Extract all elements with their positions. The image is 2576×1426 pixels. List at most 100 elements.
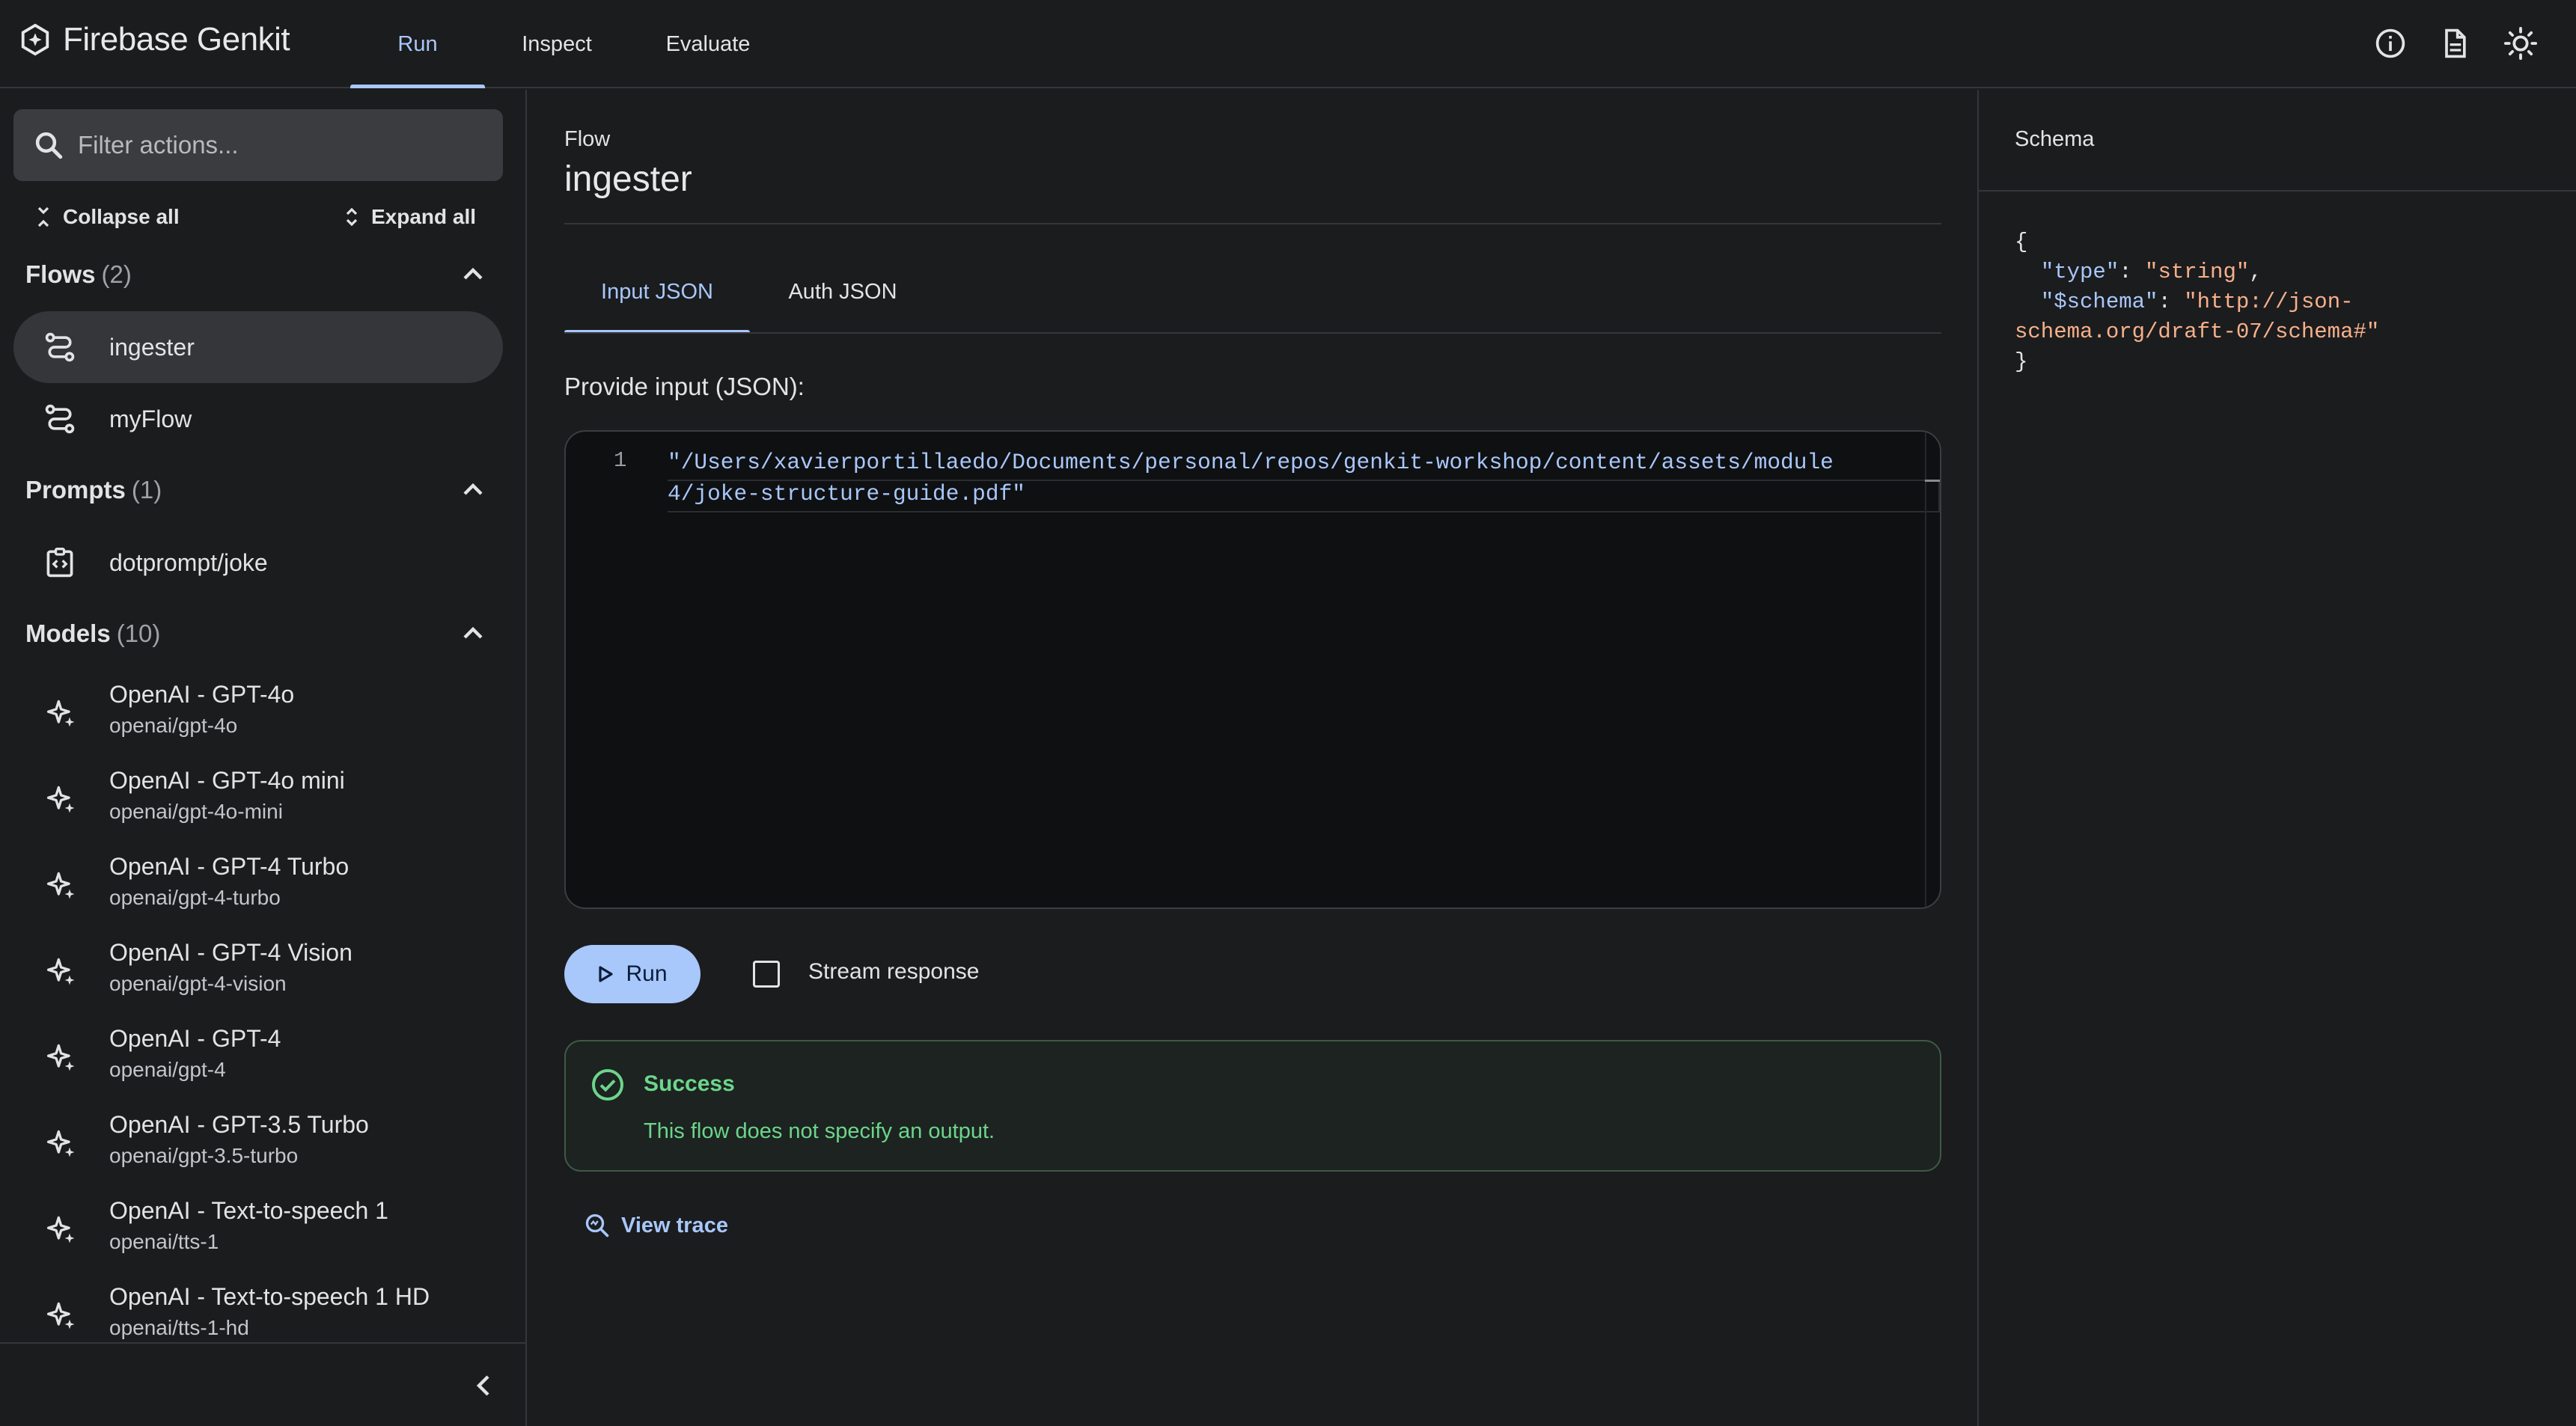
model-name: OpenAI - GPT-4 Vision xyxy=(109,939,352,966)
divider xyxy=(564,332,1941,334)
schema-code: { "type": "string", "$schema": "http://j… xyxy=(2015,230,2380,374)
model-id: openai/gpt-4 xyxy=(109,1058,226,1081)
expand-all-label: Expand all xyxy=(371,205,477,228)
section-flows-count: (2) xyxy=(101,260,132,288)
run-button-label: Run xyxy=(626,961,668,986)
sidebar-item-myflow[interactable]: myFlow xyxy=(13,383,503,455)
section-flows-label: Flows xyxy=(25,260,96,288)
model-name: OpenAI - Text-to-speech 1 HD xyxy=(109,1283,430,1310)
stream-response-label[interactable]: Stream response xyxy=(808,959,979,985)
model-id: openai/gpt-4-turbo xyxy=(109,886,281,909)
sparkle-icon xyxy=(43,782,79,818)
model-name: OpenAI - GPT-3.5 Turbo xyxy=(109,1111,369,1138)
editor-code[interactable]: "/Users/xavierportillaedo/Documents/pers… xyxy=(668,447,1850,509)
page-title: ingester xyxy=(564,159,692,199)
search-icon xyxy=(35,132,63,159)
section-models-count: (10) xyxy=(116,619,161,647)
sparkle-icon xyxy=(43,1212,79,1248)
scrollbar-marker xyxy=(1925,480,1940,482)
search-box[interactable] xyxy=(13,109,503,181)
chevron-up-icon[interactable] xyxy=(458,474,488,504)
divider xyxy=(1979,190,2576,192)
schema-key-type: "type" xyxy=(2040,260,2119,284)
section-models-header[interactable]: Models (10) xyxy=(25,615,160,652)
trace-search-icon xyxy=(585,1214,609,1237)
check-circle-icon xyxy=(592,1069,623,1101)
sidebar: Collapse all Expand all Flows (2) ingest… xyxy=(0,90,527,1426)
play-icon xyxy=(599,966,614,982)
model-id: openai/gpt-4-vision xyxy=(109,972,287,995)
sidebar-item-model[interactable]: OpenAI - GPT-4 openai/gpt-4 xyxy=(13,1018,503,1100)
model-id: openai/gpt-4o xyxy=(109,714,238,737)
schema-value-schema: "http://json- xyxy=(2184,290,2354,314)
line-number: 1 xyxy=(614,448,627,473)
info-icon[interactable] xyxy=(2369,22,2411,64)
section-models-label: Models xyxy=(25,619,111,647)
sidebar-item-dotprompt-joke[interactable]: dotprompt/joke xyxy=(13,527,503,599)
collapse-sidebar-icon[interactable] xyxy=(468,1371,498,1401)
sidebar-item-model[interactable]: OpenAI - Text-to-speech 1 openai/tts-1 xyxy=(13,1190,503,1272)
view-trace-label: View trace xyxy=(621,1213,728,1237)
schema-brace-open: { xyxy=(2015,230,2028,254)
prompt-icon xyxy=(43,546,76,579)
stream-response-checkbox[interactable] xyxy=(753,961,780,988)
section-flows-header[interactable]: Flows (2) xyxy=(25,256,132,293)
sparkle-icon xyxy=(43,954,79,990)
divider xyxy=(564,223,1941,224)
expand-all-icon xyxy=(346,207,358,227)
schema-panel: Schema { "type": "string", "$schema": "h… xyxy=(1977,90,2576,1426)
section-prompts-header[interactable]: Prompts (1) xyxy=(25,471,162,509)
model-name: OpenAI - GPT-4o xyxy=(109,681,295,708)
sparkle-icon xyxy=(43,868,79,904)
collapse-all-label: Collapse all xyxy=(63,205,180,228)
model-id: openai/gpt-4o-mini xyxy=(109,800,283,823)
app-logo[interactable]: Firebase Genkit xyxy=(18,19,290,60)
top-bar: Firebase Genkit Run Inspect Evaluate xyxy=(0,0,2576,88)
json-editor[interactable]: 1 "/Users/xavierportillaedo/Documents/pe… xyxy=(564,430,1941,909)
editor-scrollbar[interactable] xyxy=(1925,432,1926,908)
chevron-up-icon[interactable] xyxy=(458,259,488,289)
result-panel: Success This flow does not specify an ou… xyxy=(564,1040,1941,1172)
run-button[interactable]: Run xyxy=(564,945,701,1003)
section-prompts-label: Prompts xyxy=(25,476,126,504)
model-id: openai/tts-1 xyxy=(109,1230,219,1253)
chevron-up-icon[interactable] xyxy=(458,618,488,648)
result-message: This flow does not specify an output. xyxy=(644,1119,995,1143)
view-trace-link[interactable]: View trace xyxy=(584,1211,728,1240)
nav-tab-run[interactable]: Run xyxy=(350,0,485,88)
sidebar-item-model[interactable]: OpenAI - GPT-4 Vision openai/gpt-4-visio… xyxy=(13,931,503,1014)
sidebar-item-model[interactable]: OpenAI - GPT-3.5 Turbo openai/gpt-3.5-tu… xyxy=(13,1104,503,1186)
sidebar-item-model[interactable]: OpenAI - GPT-4o openai/gpt-4o xyxy=(13,673,503,756)
nav-tab-evaluate[interactable]: Evaluate xyxy=(650,0,766,88)
sidebar-item-label: myFlow xyxy=(109,405,192,432)
flow-icon xyxy=(43,403,76,435)
model-name: OpenAI - GPT-4 xyxy=(109,1025,281,1052)
genkit-logo-icon xyxy=(21,23,49,56)
tab-input-json[interactable]: Input JSON xyxy=(564,250,750,334)
sidebar-item-ingester[interactable]: ingester xyxy=(13,311,503,383)
sparkle-icon xyxy=(43,1298,79,1334)
docs-icon[interactable] xyxy=(2434,22,2476,64)
schema-key-schema: "$schema" xyxy=(2040,290,2158,314)
sidebar-item-model[interactable]: OpenAI - GPT-4o mini openai/gpt-4o-mini xyxy=(13,759,503,842)
model-name: OpenAI - Text-to-speech 1 xyxy=(109,1197,388,1224)
sidebar-item-model[interactable]: OpenAI - GPT-4 Turbo openai/gpt-4-turbo xyxy=(13,845,503,928)
model-id: openai/tts-1-hd xyxy=(109,1316,249,1339)
schema-brace-close: } xyxy=(2015,349,2028,374)
model-name: OpenAI - GPT-4o mini xyxy=(109,767,345,794)
schema-title: Schema xyxy=(2015,127,2095,151)
sparkle-icon xyxy=(43,1126,79,1162)
action-kind: Flow xyxy=(564,127,611,151)
app-title: Firebase Genkit xyxy=(63,21,290,58)
tab-auth-json[interactable]: Auth JSON xyxy=(760,250,925,334)
expand-all-button[interactable]: Expand all xyxy=(343,201,476,233)
main-panel: Flow ingester Input JSON Auth JSON Provi… xyxy=(528,90,1977,1426)
result-status: Success xyxy=(644,1071,735,1096)
sidebar-item-label: ingester xyxy=(109,333,195,361)
search-input[interactable] xyxy=(78,131,482,159)
sparkle-icon xyxy=(43,696,79,732)
collapse-all-button[interactable]: Collapse all xyxy=(34,201,180,233)
sidebar-item-label: dotprompt/joke xyxy=(109,548,268,576)
theme-toggle-icon[interactable] xyxy=(2500,22,2542,64)
nav-tab-inspect[interactable]: Inspect xyxy=(497,0,617,88)
